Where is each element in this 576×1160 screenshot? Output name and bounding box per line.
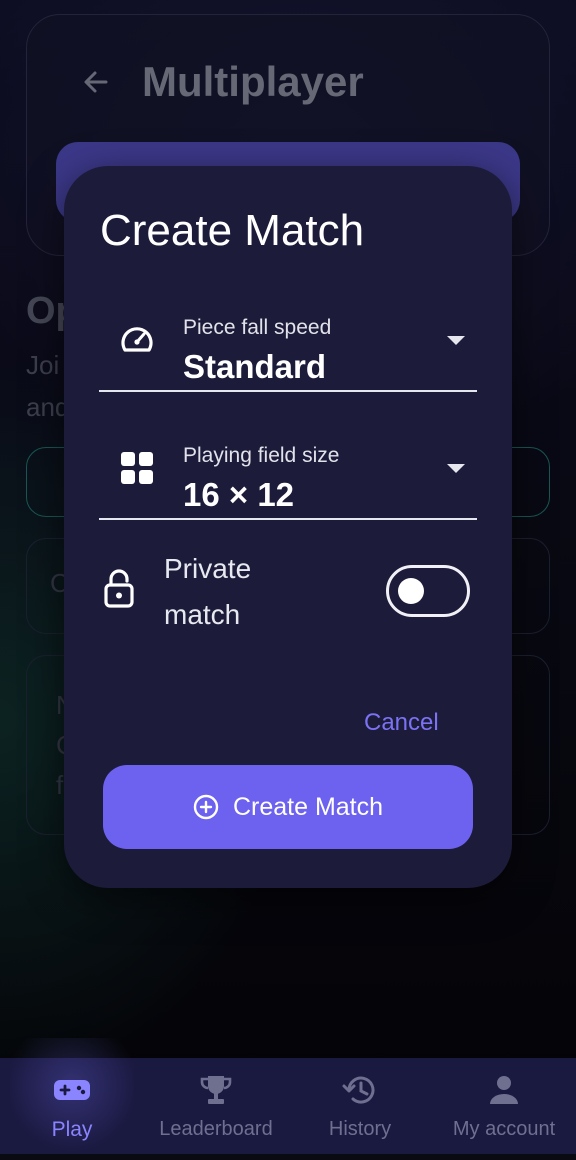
- trophy-icon: [200, 1076, 232, 1104]
- system-bar: [0, 1154, 576, 1160]
- lock-open-icon: [104, 569, 134, 608]
- nav-item-my-account[interactable]: My account: [432, 1058, 576, 1154]
- add-circle-icon: [193, 794, 219, 820]
- dialog-title: Create Match: [100, 206, 365, 255]
- history-icon: [342, 1076, 375, 1104]
- toggle-knob: [398, 578, 424, 604]
- field-size-label: Playing field size: [183, 444, 340, 467]
- nav-item-play[interactable]: Play: [0, 1038, 144, 1158]
- cancel-button[interactable]: Cancel: [364, 709, 439, 737]
- nav-item-history[interactable]: History: [288, 1058, 432, 1154]
- nav-label: My account: [452, 1118, 556, 1140]
- speedometer-icon: [121, 327, 153, 352]
- dropdown-arrow-icon: [447, 464, 465, 473]
- nav-item-leaderboard[interactable]: Leaderboard: [144, 1058, 288, 1154]
- nav-label: History: [328, 1118, 392, 1140]
- fall-speed-select[interactable]: Piece fall speed Standard: [99, 292, 477, 392]
- dropdown-arrow-icon: [447, 336, 465, 345]
- bottom-navigation: Play Leaderboard History My account: [0, 1038, 576, 1158]
- create-match-dialog: Create Match Piece fall speed Standard P…: [64, 166, 512, 888]
- gamepad-icon: [54, 1080, 90, 1100]
- field-size-value: 16 × 12: [183, 476, 295, 513]
- private-match-label: Private match: [164, 553, 252, 630]
- fall-speed-value: Standard: [183, 348, 327, 385]
- create-match-button[interactable]: Create Match: [103, 765, 473, 849]
- create-match-label: Create Match: [232, 792, 384, 821]
- account-icon: [490, 1076, 518, 1104]
- nav-label: Leaderboard: [159, 1118, 273, 1140]
- nav-label: Play: [51, 1118, 93, 1141]
- fall-speed-label: Piece fall speed: [183, 316, 332, 339]
- field-size-select[interactable]: Playing field size 16 × 12: [99, 420, 477, 520]
- private-match-toggle[interactable]: [386, 565, 470, 617]
- grid-icon: [121, 452, 153, 484]
